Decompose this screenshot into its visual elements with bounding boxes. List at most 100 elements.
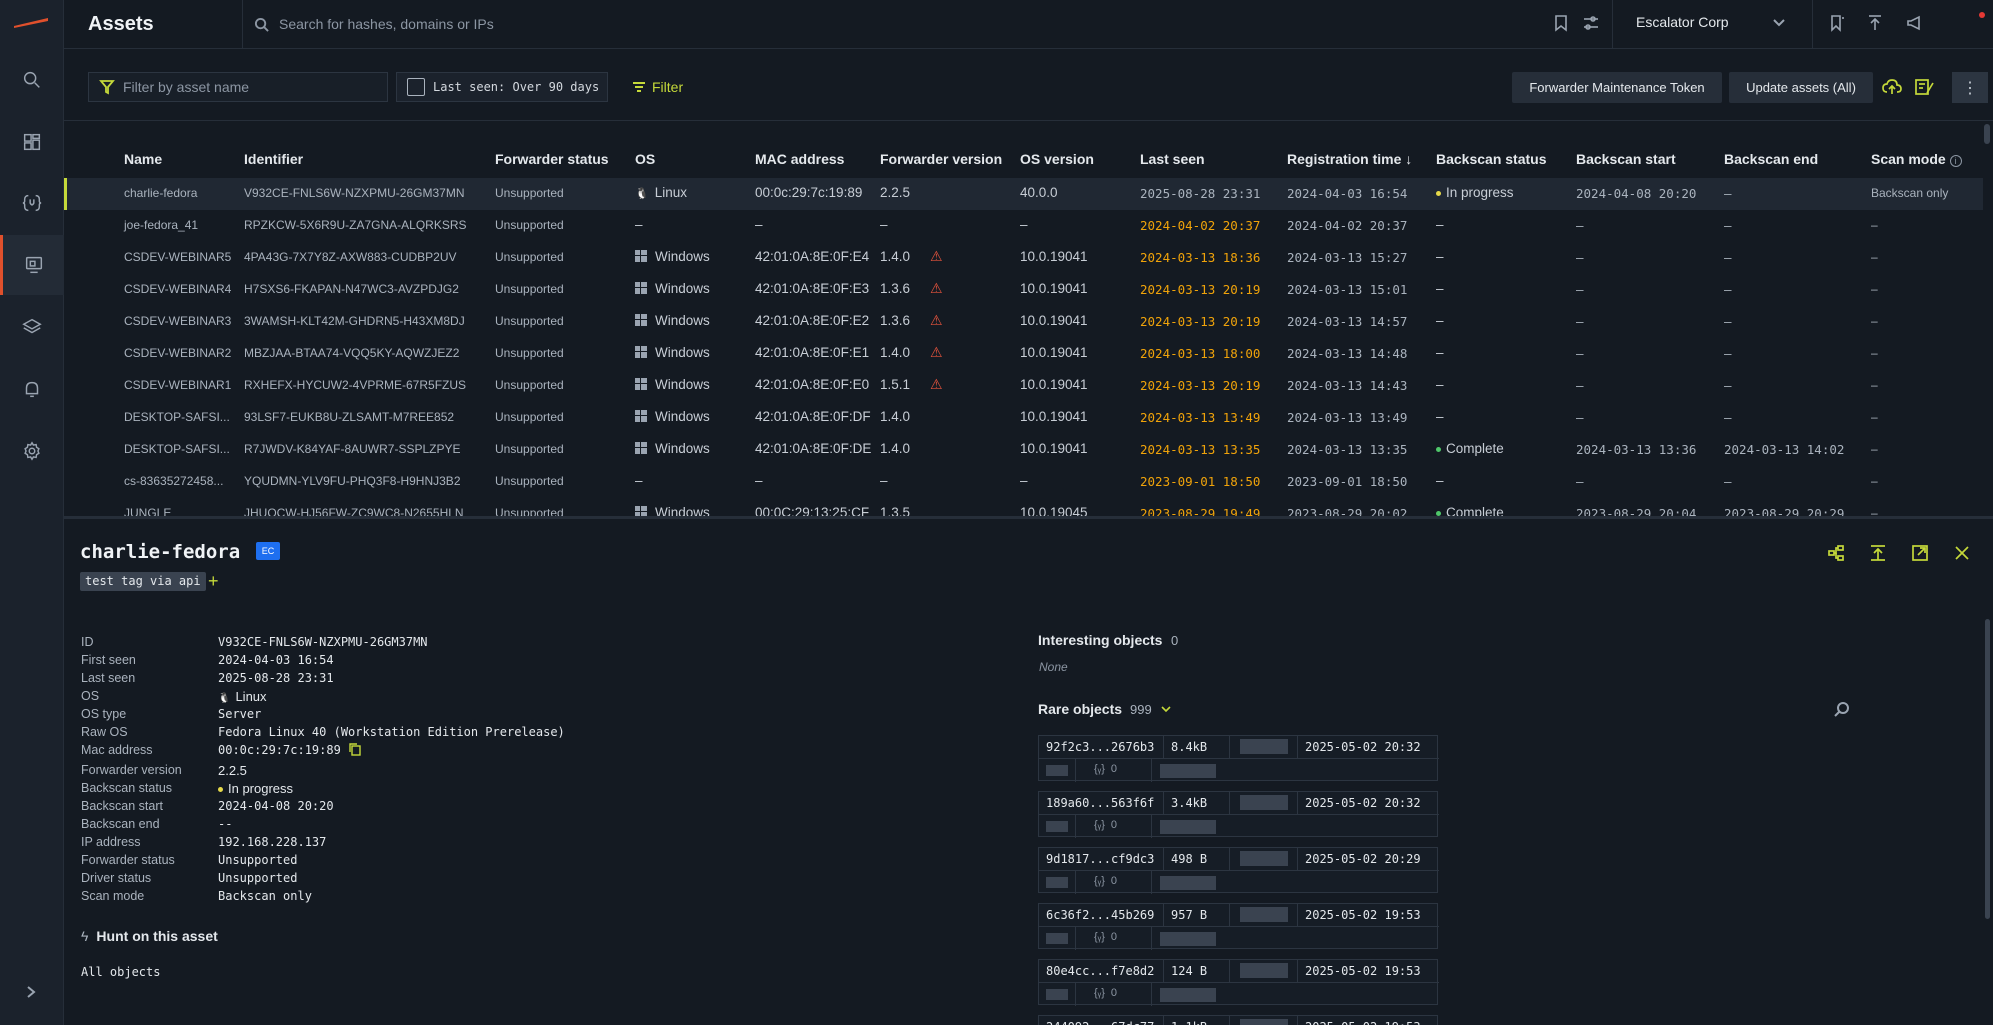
rare-objects-search-icon[interactable]	[1834, 701, 1852, 719]
table-row[interactable]: cs-83635272458... YQUDMN-YLV9FU-PHQ3F8-H9…	[64, 466, 1983, 498]
rare-object-card[interactable]: 6c36f2...45b269 957 B 2025-05-02 19:53 {ᵧ} 0	[1038, 903, 1439, 950]
cell-last-seen: 2024-03-13 20:19	[1140, 378, 1261, 393]
warning-icon[interactable]: ⚠	[930, 280, 943, 297]
detail-scrollbar[interactable]	[1985, 619, 1990, 919]
tag-edit-icon[interactable]	[1914, 77, 1936, 99]
nav-gear-icon[interactable]	[0, 421, 64, 481]
column-header-backscan-status[interactable]: Backscan status	[1436, 151, 1547, 167]
cell-os: Windows	[635, 345, 710, 360]
column-header-identifier[interactable]: Identifier	[244, 151, 303, 167]
divider	[1297, 848, 1298, 870]
windows-icon	[635, 250, 647, 262]
asset-name-filter-input[interactable]: Filter by asset name	[88, 72, 388, 102]
rare-object-card[interactable]: 92f2c3...2676b3 8.4kB 2025-05-02 20:32 {ᵧ} 0	[1038, 735, 1439, 782]
table-row[interactable]: charlie-fedora V932CE-FNLS6W-NZXPMU-26GM3…	[64, 178, 1983, 210]
cloud-upload-icon[interactable]	[1882, 77, 1904, 99]
cell-backscan-start: –	[1576, 218, 1584, 233]
info-icon[interactable]: i	[1949, 155, 1962, 167]
warning-icon[interactable]: ⚠	[930, 344, 943, 361]
cell-id: H7SXS6-FKAPAN-N47WC3-AVZPDJG2	[244, 282, 459, 296]
cell-last-seen: 2024-03-13 20:19	[1140, 282, 1261, 297]
rare-objects-toggle[interactable]: Rare objects 999	[1038, 701, 1172, 717]
object-hash[interactable]: 92f2c3...2676b3	[1046, 740, 1154, 754]
rare-object-card[interactable]: 189a60...563f6f 3.4kB 2025-05-02 20:32 {ᵧ} 0	[1038, 791, 1439, 838]
object-hash[interactable]: 244092...67dc77	[1046, 1020, 1154, 1025]
last-seen-checkbox[interactable]	[407, 78, 425, 96]
column-header-forwarder-status[interactable]: Forwarder status	[495, 151, 609, 167]
property-value: 🐧 Linux	[218, 689, 267, 704]
left-nav	[0, 0, 64, 1025]
column-header-backscan-end[interactable]: Backscan end	[1724, 151, 1818, 167]
nav-layers-icon[interactable]	[0, 297, 64, 357]
column-header-scan-mode[interactable]: Scan mode i	[1871, 151, 1962, 167]
table-row[interactable]: CSDEV-WEBINAR5 4PA43G-7X7Y8Z-AXW883-CUDBP…	[64, 242, 1983, 274]
export-icon[interactable]	[1869, 544, 1889, 564]
warning-icon[interactable]: ⚠	[930, 312, 943, 329]
warning-icon[interactable]: ⚠	[930, 376, 943, 393]
property-value-text: Backscan only	[218, 889, 312, 903]
rare-object-card[interactable]: 9d1817...cf9dc3 498 B 2025-05-02 20:29 {ᵧ} 0	[1038, 847, 1439, 894]
column-header-backscan-start[interactable]: Backscan start	[1576, 151, 1676, 167]
cell-backscan-status: Complete	[1436, 505, 1504, 516]
table-row[interactable]: CSDEV-WEBINAR1 RXHEFX-HYCUW2-4VPRME-67R5F…	[64, 370, 1983, 402]
brand-logo[interactable]	[14, 18, 48, 28]
filter-button[interactable]: Filter	[632, 79, 683, 95]
announcement-icon[interactable]	[1906, 14, 1926, 34]
maintenance-token-button[interactable]: Forwarder Maintenance Token	[1512, 72, 1722, 103]
column-header-name[interactable]: Name	[124, 151, 162, 167]
all-objects-link[interactable]: All objects	[81, 965, 160, 979]
property-label: Forwarder version	[81, 763, 182, 777]
copy-icon[interactable]	[349, 743, 361, 759]
close-icon[interactable]	[1953, 544, 1973, 564]
table-row[interactable]: CSDEV-WEBINAR2 MBZJAA-BTAA74-VQQ5KY-AQWZJ…	[64, 338, 1983, 370]
asset-tag[interactable]: test tag via api	[80, 572, 206, 591]
object-hash[interactable]: 9d1817...cf9dc3	[1046, 852, 1154, 866]
column-header-forwarder-version[interactable]: Forwarder version	[880, 151, 1002, 167]
cell-id: MBZJAA-BTAA74-VQQ5KY-AQWZJEZ2	[244, 346, 460, 360]
cell-os-version: –	[1020, 473, 1028, 488]
organization-select[interactable]: Escalator Corp	[1636, 14, 1786, 30]
nav-dashboard-icon[interactable]	[0, 112, 64, 172]
cell-name: CSDEV-WEBINAR4	[124, 282, 232, 296]
property-value: 192.168.228.137	[218, 835, 326, 849]
object-hash[interactable]: 6c36f2...45b269	[1046, 908, 1154, 922]
graph-icon[interactable]	[1827, 544, 1847, 564]
table-row[interactable]: CSDEV-WEBINAR3 3WAMSH-KLT42M-GHDRN5-H43XM…	[64, 306, 1983, 338]
nav-assets-icon[interactable]	[0, 235, 64, 295]
column-header-registration-time[interactable]: Registration time ↓	[1287, 151, 1412, 167]
upload-icon[interactable]	[1866, 14, 1886, 34]
lightning-icon: ϟ	[81, 928, 89, 944]
table-row[interactable]: joe-fedora_41 RPZKCW-5X6R9U-ZA7GNA-ALQRKS…	[64, 210, 1983, 242]
nav-bell-icon[interactable]	[0, 359, 64, 419]
expand-nav-chevron-icon[interactable]	[24, 985, 42, 1003]
table-row[interactable]: JUNGLE JHUQCW-HJ56FW-ZC9WC8-N2655HLN Unsup…	[64, 498, 1983, 516]
linux-icon: 🐧	[635, 188, 649, 200]
cell-fwd-version: 1.4.0	[880, 345, 911, 360]
table-row[interactable]: CSDEV-WEBINAR4 H7SXS6-FKAPAN-N47WC3-AVZPD…	[64, 274, 1983, 306]
column-header-mac-address[interactable]: MAC address	[755, 151, 844, 167]
rare-object-card[interactable]: 80e4cc...f7e8d2 124 B 2025-05-02 19:53 {ᵧ} 0	[1038, 959, 1439, 1006]
warning-icon[interactable]: ⚠	[930, 248, 943, 265]
table-scrollbar[interactable]	[1984, 124, 1990, 144]
rare-object-card[interactable]: 244092...67dc771.1kB2025-05-02 19:53{ᵧ}0	[1038, 1015, 1438, 1025]
bookmark-icon[interactable]	[1552, 14, 1572, 34]
add-tag-icon[interactable]: +	[208, 571, 219, 592]
nav-search-icon[interactable]	[0, 50, 64, 110]
open-new-window-icon[interactable]	[1911, 544, 1931, 564]
object-hash[interactable]: 80e4cc...f7e8d2	[1046, 964, 1154, 978]
bookmarks-menu-icon[interactable]	[1828, 14, 1848, 34]
column-header-last-seen[interactable]: Last seen	[1140, 151, 1205, 167]
search-settings-icon[interactable]	[1582, 14, 1602, 34]
object-hash[interactable]: 189a60...563f6f	[1046, 796, 1154, 810]
column-header-os-version[interactable]: OS version	[1020, 151, 1094, 167]
cell-fwd-status: Unsupported	[495, 250, 564, 264]
nav-hunt-icon[interactable]	[0, 173, 64, 233]
last-seen-filter-chip[interactable]: Last seen: Over 90 days	[396, 72, 608, 102]
table-row[interactable]: DESKTOP-SAFSI... 93LSF7-EUKB8U-ZLSAMT-M7R…	[64, 402, 1983, 434]
global-search-input[interactable]: Search for hashes, domains or IPs	[254, 10, 1054, 38]
more-options-button[interactable]: ⋮	[1952, 72, 1988, 103]
update-assets-button[interactable]: Update assets (All)	[1729, 72, 1873, 103]
divider	[1163, 792, 1164, 814]
column-header-os[interactable]: OS	[635, 151, 655, 167]
table-row[interactable]: DESKTOP-SAFSI... R7JWDV-K84YAF-8AUWR7-SSP…	[64, 434, 1983, 466]
